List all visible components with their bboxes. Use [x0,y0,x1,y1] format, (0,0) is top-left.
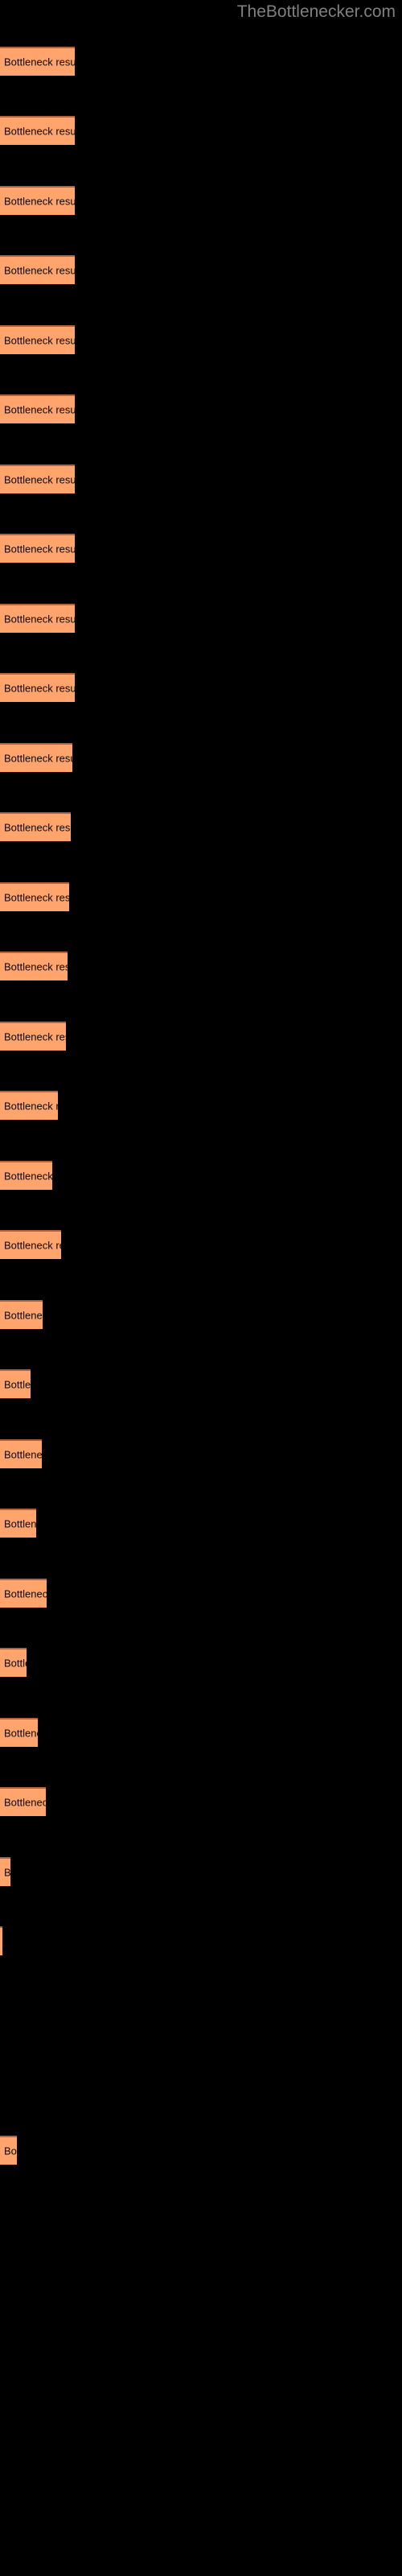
bar-row[interactable]: Bottleneck result [0,1369,31,1398]
bar-row[interactable]: Bottleneck result [0,1230,61,1259]
bar-row[interactable]: Bottleneck result [0,1787,46,1816]
bar-row[interactable]: Bottleneck result [0,534,75,563]
bar-label: Bottleneck result [4,264,75,277]
bar-row[interactable]: Bottleneck result [0,1926,2,1955]
bar-label: Bottleneck result [4,543,75,555]
bar-row[interactable]: Bottleneck result [0,394,75,423]
bar-row[interactable]: Bottleneck result [0,2136,17,2165]
bar-label: Bottleneck result [4,1796,46,1809]
bar-label: Bottleneck result [4,1448,42,1461]
bar-row[interactable]: Bottleneck result [0,1857,10,1886]
bar-row[interactable]: Bottleneck result [0,1579,47,1608]
bar-label: Bottleneck result [4,56,75,68]
bar-label: Bottleneck result [4,2145,17,2157]
bar-row[interactable]: Bottleneck result [0,116,75,145]
bar-label: Bottleneck result [4,891,69,904]
bar-row[interactable]: Bottleneck result [0,1648,27,1677]
bar-label: Bottleneck result [4,1587,47,1600]
bar-row[interactable]: Bottleneck result [0,812,71,841]
bar-label: Bottleneck result [4,752,72,765]
bar-row[interactable]: Bottleneck result [0,255,75,284]
bar-label: Bottleneck result [4,682,75,695]
bar-label: Bottleneck result [4,1517,36,1530]
bar-row[interactable]: Bottleneck result [0,952,68,980]
bar-label: Bottleneck result [4,1727,38,1740]
bar-label: Bottleneck result [4,821,71,834]
bar-label: Bottleneck result [4,1657,27,1670]
bar-row[interactable]: Bottleneck result [0,882,69,911]
site-watermark: TheBottlenecker.com [236,2,396,21]
bar-row[interactable]: Bottleneck result [0,1509,36,1538]
bar-label: Bottleneck result [4,125,75,138]
bar-row[interactable]: Bottleneck result [0,47,75,76]
bar-row[interactable]: Bottleneck result [0,1439,42,1468]
bar-row[interactable]: Bottleneck result [0,186,75,215]
bar-label: Bottleneck result [4,1866,10,1879]
bar-row[interactable]: Bottleneck result [0,1718,38,1747]
bar-label: Bottleneck result [4,960,68,973]
bottleneck-bar-chart: TheBottlenecker.com Bottleneck result Bot… [0,0,402,2576]
bar-label: Bottleneck result [4,1100,58,1113]
bar-row[interactable]: Bottleneck result [0,604,75,633]
bar-label: Bottleneck result [4,1309,43,1322]
bar-row[interactable]: Bottleneck result [0,673,75,702]
bar-label: Bottleneck result [4,1239,61,1252]
bar-row[interactable]: Bottleneck result [0,1300,43,1329]
bar-label: Bottleneck result [4,195,75,208]
bar-label: Bottleneck result [4,1378,31,1391]
bar-row[interactable]: Bottleneck result [0,1091,58,1120]
bar-label: Bottleneck result [4,613,75,625]
bar-row[interactable]: Bottleneck result [0,1022,66,1051]
bar-label: Bottleneck result [4,1170,52,1183]
bar-label: Bottleneck result [4,403,75,416]
bar-label: Bottleneck result [4,473,75,486]
bar-row[interactable]: Bottleneck result [0,743,72,772]
bar-label: Bottleneck result [4,334,75,347]
bar-row[interactable]: Bottleneck result [0,464,75,493]
bar-row[interactable]: Bottleneck result [0,325,75,354]
bar-row[interactable]: Bottleneck result [0,1161,52,1190]
bar-label: Bottleneck result [4,1030,66,1043]
